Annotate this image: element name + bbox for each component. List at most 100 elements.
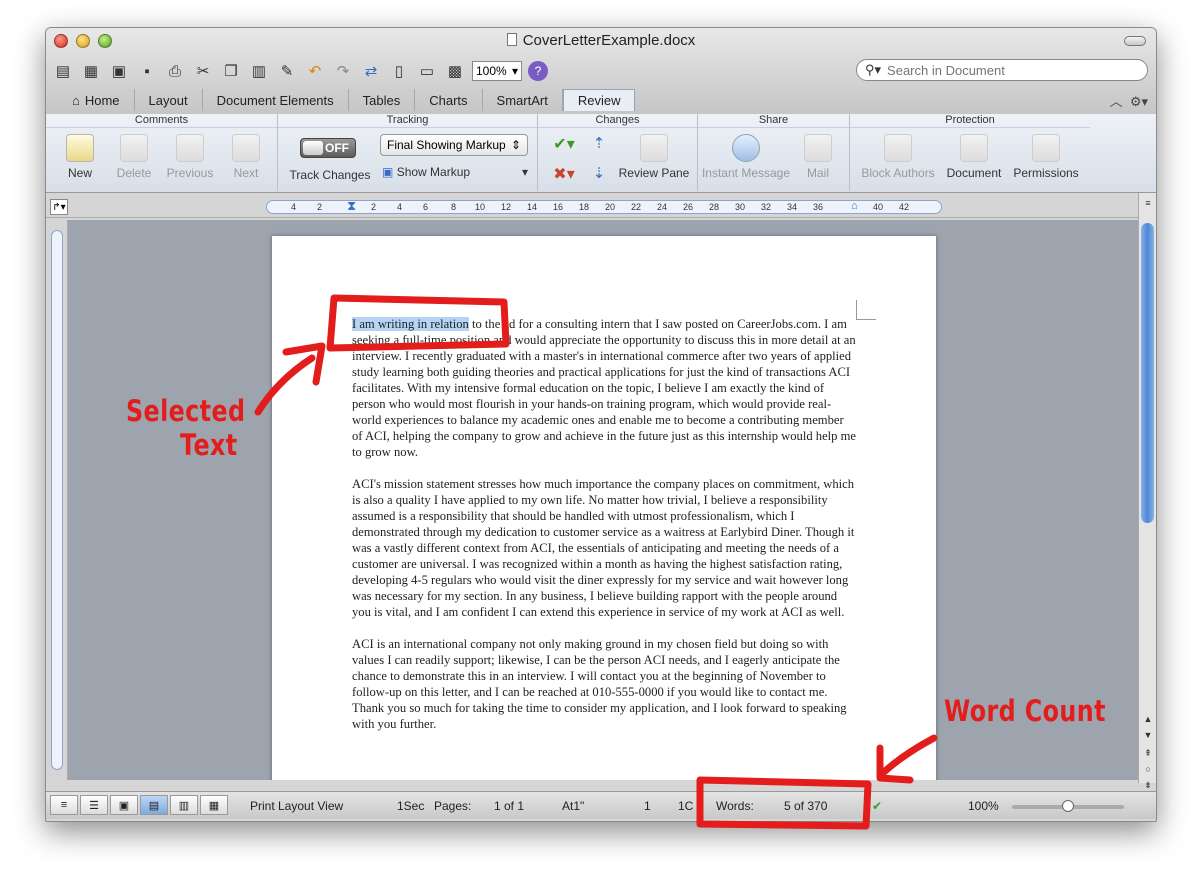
undo-icon[interactable]: ↶ [304,60,326,82]
publishing-view-icon[interactable]: ▣ [110,795,138,815]
scroll-split-icon[interactable]: ≡ [1142,197,1154,209]
toolbox-icon[interactable]: ▭ [416,60,438,82]
tab-document-elements[interactable]: Document Elements [203,89,349,111]
next-page-icon[interactable]: ⇟ [1142,779,1154,791]
next-change-button[interactable]: ⇣ [588,164,610,182]
word-count[interactable]: 5 of 370 [784,799,827,813]
media-browser-icon[interactable]: ▩ [444,60,466,82]
insert-hyperlink-icon[interactable]: ⇄ [360,60,382,82]
standard-toolbar: ▤ ▦ ▣ ▪ ⎙ ✂ ❐ ▥ ✎ ↶ ↷ ⇄ ▯ ▭ ▩ 100% ▾ ? [52,58,548,84]
track-changes-label: Track Changes [289,168,371,182]
outline-view-icon[interactable]: ☰ [80,795,108,815]
home-icon: ⌂ [72,92,80,108]
paste-icon[interactable]: ▥ [248,60,270,82]
new-icon[interactable]: ▤ [52,60,74,82]
instant-message-button[interactable]: Instant Message [698,134,794,180]
draft-view-icon[interactable]: ≡ [50,795,78,815]
vertical-ruler-strip[interactable] [51,230,63,770]
comments-group: Comments New Delete Previous Next [46,114,278,191]
review-pane-button[interactable]: Review Pane [614,134,694,180]
selected-text[interactable]: I am writing in relation [352,317,469,331]
zoom-slider[interactable] [1012,800,1124,812]
browse-object-icon[interactable]: ○ [1142,763,1154,775]
changes-group-title: Changes [538,114,697,128]
cut-icon[interactable]: ✂ [192,60,214,82]
review-pane-icon [640,134,668,162]
pages-value: 1 of 1 [494,799,525,813]
redo-icon[interactable]: ↷ [332,60,354,82]
selected-text-annotation-line1: Selected [126,394,246,428]
scroll-up-icon[interactable]: ▲ [1142,713,1154,725]
paragraph-1: I am writing in relation to the ad for a… [352,317,856,459]
tab-layout[interactable]: Layout [135,89,203,111]
toolbar-toggle-button[interactable] [1124,36,1146,46]
next-comment-button[interactable]: Next [226,134,266,180]
chevron-down-icon: ▾ [511,64,518,78]
title-bar: CoverLetterExample.docx ▤ ▦ ▣ ▪ ⎙ ✂ ❐ ▥ … [46,28,1156,118]
search-box[interactable]: ⚲▾ [856,59,1148,81]
save-icon[interactable]: ▪ [136,60,158,82]
permissions-button[interactable]: Permissions [1010,134,1082,180]
comments-group-title: Comments [46,114,277,128]
notebook-view-icon[interactable]: ▥ [170,795,198,815]
words-label: Words: [716,799,754,813]
section-indicator: 1Sec [397,799,425,813]
chat-bubble-icon [732,134,760,162]
track-changes-toggle[interactable]: OFF [300,138,356,158]
block-authors-button[interactable]: Block Authors [856,134,940,180]
document-icon [506,33,517,46]
zoom-slider-knob[interactable] [1062,800,1074,812]
changes-group: Changes ✔▾ ✖▾ ⇡ ⇣ Review Pane [538,114,698,191]
document-body[interactable]: I am writing in relation to the ad for a… [352,316,857,748]
indent-marker-icon[interactable]: ⧗ [347,198,356,214]
vertical-scrollbar[interactable]: ≡ ▲ ▼ ⇞ ○ ⇟ [1138,193,1156,790]
block-authors-icon [884,134,912,162]
vertical-ruler [46,220,68,780]
zoom-select[interactable]: 100% ▾ [472,61,522,81]
full-screen-view-icon[interactable]: ▦ [200,795,228,815]
delete-comment-icon [120,134,148,162]
share-group-title: Share [698,114,849,128]
zoom-percent: 100% [968,799,999,813]
mail-icon [804,134,832,162]
reject-icon: ✖▾ [553,166,575,183]
tab-tables[interactable]: Tables [349,89,416,111]
sidebar-icon[interactable]: ▯ [388,60,410,82]
document-protection-button[interactable]: Document [942,134,1006,180]
tab-charts[interactable]: Charts [415,89,483,111]
new-comment-button[interactable]: New [62,134,98,180]
pages-label: Pages: [434,799,472,813]
mail-button[interactable]: Mail [798,134,838,180]
tab-smartart[interactable]: SmartArt [483,89,563,111]
spelling-check-icon[interactable]: ✔ [872,799,882,813]
tab-review[interactable]: Review [562,89,636,111]
templates-icon[interactable]: ▦ [80,60,102,82]
scroll-down-icon[interactable]: ▼ [1142,729,1154,741]
horizontal-ruler[interactable]: 4 2 ⧗ 2 4 6 8 10 12 14 16 18 20 22 24 26… [266,198,942,214]
show-markup-button[interactable]: ▣ Show Markup ▾ [382,165,528,179]
new-comment-icon [66,134,94,162]
collapse-ribbon-icon[interactable]: ︿ [1110,94,1123,109]
previous-change-icon: ⇡ [592,135,606,152]
format-painter-icon[interactable]: ✎ [276,60,298,82]
view-name: Print Layout View [250,799,344,813]
open-icon[interactable]: ▣ [108,60,130,82]
delete-comment-button[interactable]: Delete [110,134,158,180]
document-page[interactable]: I am writing in relation to the ad for a… [272,236,936,780]
print-icon[interactable]: ⎙ [164,60,186,82]
copy-icon[interactable]: ❐ [220,60,242,82]
tab-stop-selector[interactable]: ↱▾ [50,199,68,215]
markup-select[interactable]: Final Showing Markup ⇕ [380,134,528,156]
previous-page-icon[interactable]: ⇞ [1142,747,1154,759]
tab-home[interactable]: ⌂ Home [58,89,135,111]
right-indent-icon[interactable]: ⌂ [851,200,858,212]
accept-change-button[interactable]: ✔▾ [546,134,582,154]
help-icon[interactable]: ? [528,61,548,81]
gear-icon[interactable]: ⚙▾ [1130,94,1148,109]
print-layout-view-icon[interactable]: ▤ [140,795,168,815]
previous-change-button[interactable]: ⇡ [588,134,610,152]
previous-comment-button[interactable]: Previous [164,134,216,180]
search-input[interactable] [887,62,1128,78]
reject-change-button[interactable]: ✖▾ [546,164,582,184]
scroll-thumb[interactable] [1141,223,1154,523]
